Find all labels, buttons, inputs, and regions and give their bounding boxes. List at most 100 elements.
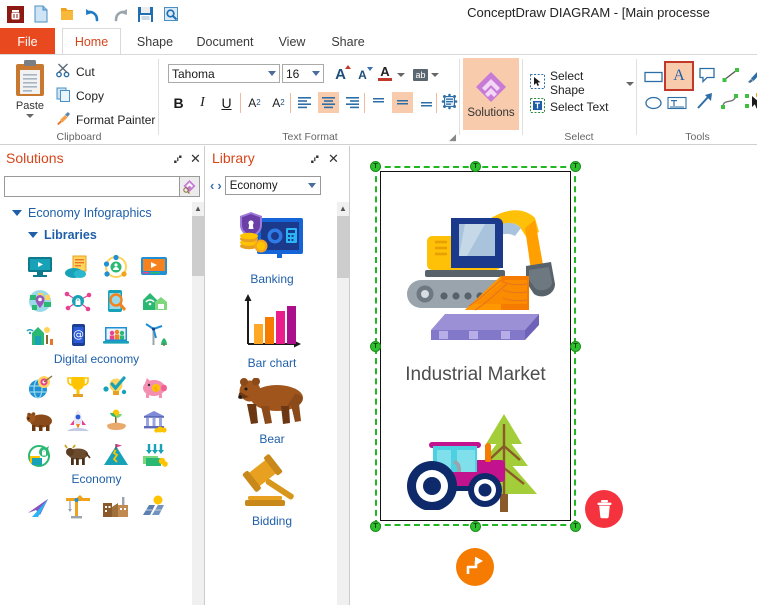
select-shape-caret-icon[interactable]: [626, 82, 634, 86]
library-select-caret-icon[interactable]: [307, 183, 316, 188]
select-shape-button[interactable]: Select Shape: [530, 69, 634, 97]
underline-button[interactable]: U: [216, 92, 237, 113]
highlight-dropdown[interactable]: [430, 64, 440, 85]
library-prev-button[interactable]: ‹: [210, 178, 214, 193]
library-pin-icon[interactable]: ⑇: [311, 151, 319, 166]
library-scrollbar[interactable]: ▲: [337, 202, 349, 605]
selection-handle-top-left[interactable]: T: [370, 161, 381, 172]
highlight-caret-icon: [431, 72, 439, 77]
tree-item-libraries[interactable]: Libraries: [0, 224, 193, 246]
new-document-icon[interactable]: [30, 3, 52, 25]
font-family-select[interactable]: Tahoma: [168, 64, 280, 83]
app-logo-icon[interactable]: [4, 3, 26, 25]
solutions-scrollbar[interactable]: ▲: [192, 202, 204, 605]
chevron-down-icon[interactable]: [12, 210, 22, 216]
print-preview-icon[interactable]: [160, 3, 182, 25]
font-size-caret-icon[interactable]: [312, 71, 320, 76]
shape-text-label[interactable]: Industrial Market: [381, 364, 570, 386]
curve-tool-icon[interactable]: [719, 91, 741, 111]
drawing-canvas[interactable]: Industrial Market T T T T T T T T: [351, 146, 757, 605]
library-item-bear[interactable]: Bear: [206, 377, 338, 446]
superscript-button[interactable]: A2: [244, 92, 265, 113]
library-item-banking[interactable]: Banking: [206, 210, 338, 286]
save-icon[interactable]: [134, 3, 156, 25]
ellipse-tool-icon[interactable]: [642, 93, 664, 113]
tab-document[interactable]: Document: [187, 28, 263, 55]
selection-handle-top-center[interactable]: T: [470, 161, 481, 172]
selection-handle-top-right[interactable]: T: [570, 161, 581, 172]
callout-tool-icon[interactable]: [696, 65, 718, 85]
tab-share[interactable]: Share: [322, 28, 374, 55]
chevron-down-icon[interactable]: [28, 232, 38, 238]
copy-button[interactable]: Copy: [56, 87, 104, 105]
selection-handle-bottom-center[interactable]: T: [470, 521, 481, 532]
grow-font-button[interactable]: A: [330, 64, 351, 85]
solutions-group-partial[interactable]: [0, 492, 193, 522]
redo-icon[interactable]: [108, 3, 130, 25]
tab-file[interactable]: File: [0, 28, 55, 55]
library-item-bar-chart[interactable]: Bar chart: [206, 294, 338, 370]
paste-button[interactable]: Paste: [8, 59, 52, 131]
solutions-group-label[interactable]: Economy: [0, 472, 193, 486]
selected-shape[interactable]: Industrial Market: [380, 171, 571, 521]
subscript-button[interactable]: A2: [268, 92, 289, 113]
bear-market-icon: [23, 406, 57, 436]
text-format-dialog-launcher[interactable]: ◢: [449, 132, 456, 143]
solutions-scroll-thumb[interactable]: [192, 216, 204, 276]
valign-middle-button[interactable]: [392, 92, 413, 113]
select-text-button[interactable]: Select Text: [530, 98, 608, 116]
cut-button[interactable]: Cut: [56, 63, 95, 81]
valign-bottom-button[interactable]: [416, 92, 437, 113]
library-close-icon[interactable]: ✕: [328, 151, 339, 167]
highlight-button[interactable]: ab: [410, 64, 431, 85]
library-scroll-thumb[interactable]: [337, 216, 349, 278]
open-folder-icon[interactable]: [56, 3, 78, 25]
format-painter-button[interactable]: Format Painter: [56, 111, 155, 129]
solutions-button[interactable]: Solutions: [463, 58, 519, 130]
solutions-group-label[interactable]: Digital economy: [0, 352, 193, 366]
valign-top-button[interactable]: [368, 92, 389, 113]
solutions-scroll-up-icon[interactable]: ▲: [192, 202, 204, 215]
library-item-bidding[interactable]: Bidding: [206, 454, 338, 528]
arrow-tool-icon[interactable]: [694, 91, 716, 111]
tab-view[interactable]: View: [268, 28, 316, 55]
library-select[interactable]: Economy: [224, 176, 321, 195]
solutions-group-economy[interactable]: $ Economy: [0, 372, 193, 486]
align-left-button[interactable]: [294, 92, 315, 113]
italic-button[interactable]: I: [192, 92, 213, 113]
text-tool-icon[interactable]: A: [664, 61, 694, 91]
solutions-pin-icon[interactable]: ⑇: [174, 151, 182, 166]
paste-dropdown-caret-icon[interactable]: [26, 114, 34, 118]
solutions-search-input[interactable]: [4, 176, 180, 197]
solutions-search-icon[interactable]: [180, 176, 200, 197]
selection-handle-bottom-left[interactable]: T: [370, 521, 381, 532]
rectangle-tool-icon[interactable]: [642, 67, 664, 87]
line-tool-icon[interactable]: [720, 65, 742, 85]
solutions-group-digital-economy[interactable]: @ Digital economy: [0, 252, 193, 366]
text-block-button[interactable]: [439, 91, 460, 112]
add-connector-button[interactable]: [456, 548, 494, 586]
tab-shape[interactable]: Shape: [127, 28, 183, 55]
tab-home[interactable]: Home: [62, 28, 121, 56]
solutions-tree: Economy Infographics Libraries @ Digital…: [0, 202, 193, 605]
text-block-tool-icon[interactable]: [666, 93, 688, 113]
pen-tool-icon[interactable]: [744, 65, 757, 85]
pointer-tool-icon[interactable]: [743, 91, 757, 111]
shrink-font-button[interactable]: A: [352, 64, 373, 85]
align-center-button[interactable]: [318, 92, 339, 113]
font-family-caret-icon[interactable]: [268, 71, 276, 76]
delete-shape-button[interactable]: [585, 490, 623, 528]
tree-item-economy-infographics[interactable]: Economy Infographics: [0, 202, 193, 224]
align-right-button[interactable]: [342, 92, 363, 113]
font-color-button[interactable]: A: [376, 63, 394, 84]
font-size-select[interactable]: 16: [282, 64, 324, 83]
selection-handle-bottom-right[interactable]: T: [570, 521, 581, 532]
selection-handle-middle-left[interactable]: T: [370, 341, 381, 352]
undo-icon[interactable]: [82, 3, 104, 25]
selection-handle-middle-right[interactable]: T: [570, 341, 581, 352]
library-scroll-up-icon[interactable]: ▲: [337, 202, 349, 215]
font-color-dropdown[interactable]: [396, 64, 406, 85]
bold-button[interactable]: B: [168, 92, 189, 113]
solutions-close-icon[interactable]: ✕: [190, 151, 201, 167]
library-next-button[interactable]: ›: [217, 178, 221, 193]
